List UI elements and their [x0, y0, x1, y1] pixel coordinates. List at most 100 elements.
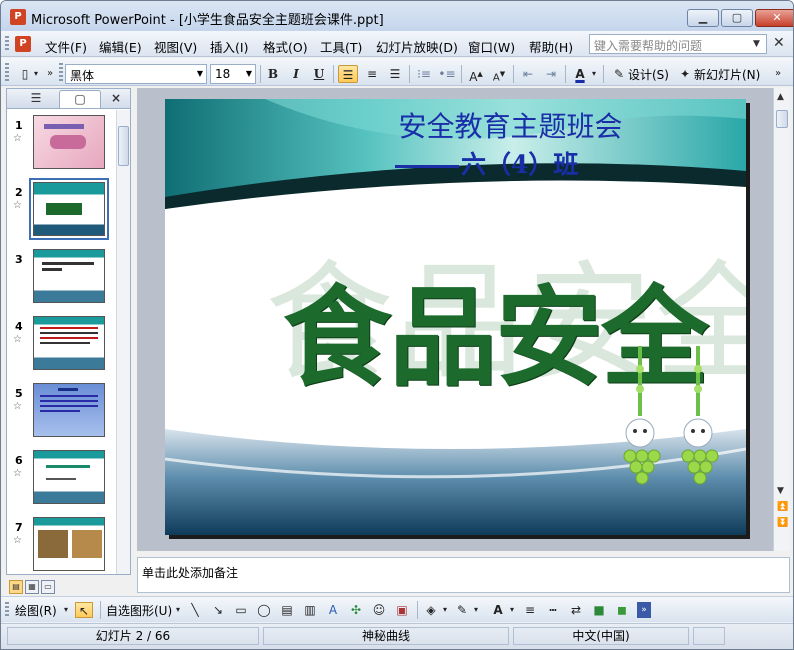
- slide-thumbnail-food-safety[interactable]: [29, 178, 109, 240]
- menu-tools[interactable]: 工具(T): [320, 37, 362, 56]
- slide-title-line1[interactable]: 安全教育主题班会: [165, 105, 746, 145]
- slide-thumbnail-teal-green[interactable]: [33, 450, 105, 504]
- chevron-down-icon[interactable]: ▾: [471, 602, 481, 618]
- chevron-down-icon[interactable]: ▾: [589, 65, 599, 83]
- align-left-icon[interactable]: ☰: [338, 65, 358, 83]
- slide-title-line2[interactable]: 六（4）班: [395, 145, 578, 181]
- slide-thumbnail-blue-text[interactable]: [33, 383, 105, 437]
- outline-tab[interactable]: ☰: [15, 90, 57, 108]
- autoshapes-button[interactable]: 自选图形(U): [106, 602, 172, 619]
- close-button[interactable]: ✕: [755, 9, 793, 27]
- thumbnail-row[interactable]: 7 ☆: [7, 515, 117, 574]
- clipart-icon[interactable]: ☺: [370, 602, 388, 618]
- bulleted-list-icon[interactable]: •≡: [437, 65, 457, 83]
- maximize-button[interactable]: ▢: [721, 9, 753, 27]
- powerpoint-icon[interactable]: P: [10, 9, 26, 25]
- slide-sorter-icon[interactable]: ▦: [25, 580, 39, 594]
- align-right-icon[interactable]: ☰: [385, 65, 405, 83]
- font-size-select[interactable]: 18 ▼: [210, 64, 256, 84]
- chevron-down-icon[interactable]: ▾: [440, 602, 450, 618]
- menu-edit[interactable]: 编辑(E): [99, 37, 142, 56]
- numbered-list-icon[interactable]: ⁝≡: [414, 65, 434, 83]
- increase-indent-icon[interactable]: ⇥: [541, 65, 561, 83]
- toolbar-options-icon[interactable]: »: [771, 65, 785, 83]
- new-slide-button[interactable]: 新幻灯片(N): [694, 66, 760, 83]
- draw-menu-button[interactable]: 绘图(R): [15, 602, 57, 619]
- new-slide-icon[interactable]: ✦: [675, 65, 695, 83]
- textbox-tool-icon[interactable]: ▤: [278, 602, 296, 618]
- font-color-icon[interactable]: A: [489, 602, 507, 618]
- slide-thumbnail-teal-red-text[interactable]: [33, 316, 105, 370]
- thumbnail-row[interactable]: 2 ☆: [7, 178, 117, 246]
- thumbnail-row[interactable]: 5 ☆: [7, 381, 117, 447]
- scroll-down-icon[interactable]: ▼: [777, 486, 784, 496]
- line-style-icon[interactable]: ≡: [521, 602, 539, 618]
- diagram-icon[interactable]: ✣: [347, 602, 365, 618]
- decrease-font-icon[interactable]: A▼: [489, 65, 509, 83]
- slide-vertical-scrollbar[interactable]: ▲ ▼ ⏫ ⏬: [773, 88, 790, 551]
- toolbar-options-icon[interactable]: »: [637, 602, 651, 618]
- decrease-indent-icon[interactable]: ⇤: [518, 65, 538, 83]
- scroll-up-icon[interactable]: ▲: [777, 92, 784, 102]
- align-center-icon[interactable]: ≡: [362, 65, 382, 83]
- notes-pane[interactable]: 单击此处添加备注: [137, 557, 790, 593]
- panel-scrollbar[interactable]: [116, 110, 130, 574]
- thumbnail-row[interactable]: 6 ☆: [7, 448, 117, 514]
- slides-tab[interactable]: ▢: [59, 90, 101, 108]
- line-tool-icon[interactable]: ╲: [186, 602, 204, 618]
- thumbnail-row[interactable]: 4 ☆: [7, 314, 117, 380]
- slide-thumbnail-teal-text[interactable]: [33, 249, 105, 303]
- chevron-down-icon[interactable]: ▼: [753, 39, 760, 49]
- oval-tool-icon[interactable]: ◯: [255, 602, 273, 618]
- slideshow-icon[interactable]: ▭: [41, 580, 55, 594]
- menu-view[interactable]: 视图(V): [154, 37, 197, 56]
- menu-window[interactable]: 窗口(W): [468, 37, 515, 56]
- vertical-textbox-icon[interactable]: ▥: [301, 602, 319, 618]
- arrow-tool-icon[interactable]: ↘: [209, 602, 227, 618]
- chevron-down-icon[interactable]: ▾: [31, 65, 41, 83]
- italic-button[interactable]: I: [286, 65, 306, 83]
- bold-button[interactable]: B: [263, 65, 283, 83]
- previous-slide-icon[interactable]: ⏫: [777, 502, 788, 512]
- panel-close-icon[interactable]: ×: [107, 90, 125, 108]
- document-icon[interactable]: P: [15, 36, 31, 52]
- design-button[interactable]: 设计(S): [628, 66, 669, 83]
- wordart-icon[interactable]: A: [324, 602, 342, 618]
- slide-canvas[interactable]: 安全教育主题班会 六（4）班 食品安全 食品安全: [165, 99, 746, 535]
- menu-format[interactable]: 格式(O): [263, 37, 308, 56]
- shadow-style-icon[interactable]: ■: [590, 602, 608, 618]
- font-name-select[interactable]: 黑体 ▼: [65, 64, 207, 84]
- toolbar-grip[interactable]: [5, 63, 9, 81]
- thumbnail-row[interactable]: 1 ☆: [7, 113, 117, 179]
- design-icon[interactable]: ✎: [609, 65, 629, 83]
- chevron-down-icon[interactable]: ▾: [61, 602, 71, 618]
- 3d-style-icon[interactable]: ◼: [613, 602, 631, 618]
- scroll-thumb[interactable]: [776, 110, 788, 128]
- menu-slideshow[interactable]: 幻灯片放映(D): [376, 37, 458, 56]
- help-search-input[interactable]: 键入需要帮助的问题: [589, 34, 767, 54]
- increase-font-icon[interactable]: A▲: [466, 65, 486, 84]
- fill-color-icon[interactable]: ◈: [422, 602, 440, 618]
- toolbar-grip[interactable]: [59, 63, 63, 81]
- close-document-icon[interactable]: ✕: [773, 35, 785, 51]
- minimize-button[interactable]: ▁: [687, 9, 719, 27]
- select-arrow-icon[interactable]: ↖: [75, 602, 93, 618]
- toolbar-grip[interactable]: [5, 602, 9, 618]
- chevron-down-icon[interactable]: ▾: [173, 602, 183, 618]
- normal-view-icon[interactable]: ▤: [9, 580, 23, 594]
- underline-button[interactable]: U: [309, 65, 329, 83]
- menu-help[interactable]: 帮助(H): [529, 37, 573, 56]
- menu-insert[interactable]: 插入(I): [210, 37, 248, 56]
- dash-style-icon[interactable]: ┅: [544, 602, 562, 618]
- line-color-icon[interactable]: ✎: [453, 602, 471, 618]
- picture-icon[interactable]: ▣: [393, 602, 411, 618]
- toolbar-options-icon[interactable]: »: [43, 65, 57, 83]
- panel-scroll-thumb[interactable]: [118, 126, 129, 166]
- toolbar-grip[interactable]: [5, 36, 9, 52]
- next-slide-icon[interactable]: ⏬: [777, 518, 788, 528]
- font-color-icon[interactable]: A: [570, 65, 590, 83]
- slide-thumbnail-pink-cover[interactable]: [33, 115, 105, 169]
- thumbnail-row[interactable]: 3: [7, 247, 117, 313]
- menu-file[interactable]: 文件(F): [45, 37, 87, 56]
- arrow-style-icon[interactable]: ⇄: [567, 602, 585, 618]
